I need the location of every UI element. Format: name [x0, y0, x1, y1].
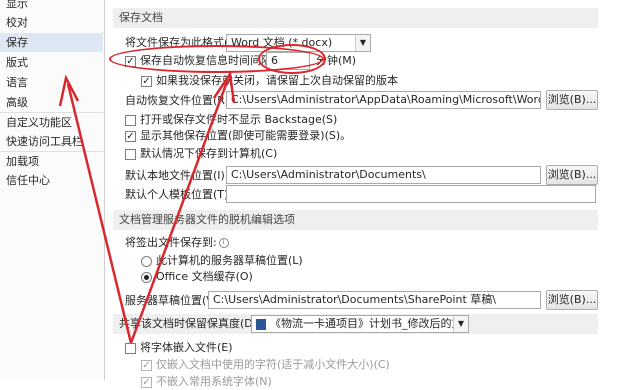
embed-used-chars-label: 仅嵌入文档中使用的字符(适于减小文件大小)(C) — [156, 358, 390, 371]
no-backstage-checkbox[interactable] — [125, 115, 136, 126]
embed-fonts-checkbox[interactable] — [125, 343, 136, 354]
server-drafts-radio[interactable] — [141, 256, 152, 267]
save-to-computer-label: 默认情况下保存到计算机(C) — [140, 147, 278, 160]
keep-last-version-label: 如果我没保存就关闭，请保留上次自动保留的版本 — [156, 74, 398, 87]
sidebar-item-trust-center[interactable]: 信任中心 — [0, 171, 103, 190]
server-drafts-path-input[interactable]: C:\Users\Administrator\Documents\SharePo… — [208, 291, 541, 309]
sidebar-item-quick-access-toolbar[interactable]: 快速访问工具栏 — [0, 132, 103, 151]
sidebar-item-advanced[interactable]: 高级 — [0, 93, 103, 112]
sidebar-item-addins[interactable]: 加载项 — [0, 152, 103, 171]
section-header-save-documents: 保存文档 — [113, 8, 598, 28]
sidebar-item-language[interactable]: 语言 — [0, 73, 103, 92]
keep-last-version-checkbox[interactable]: ✓ — [141, 76, 152, 87]
sidebar-item-proofing[interactable]: 校对 — [0, 13, 103, 32]
browse-local-button[interactable]: 浏览(B)... — [546, 165, 598, 185]
template-path-label: 默认个人模板位置(T): — [125, 188, 233, 201]
embed-used-chars-checkbox[interactable]: ✓ — [141, 360, 152, 371]
sidebar-item-layout[interactable]: 版式 — [0, 53, 103, 72]
browse-drafts-button[interactable]: 浏览(B)... — [546, 290, 598, 310]
section-header-offline-editing: 文档管理服务器文件的脱机编辑选项 — [113, 210, 598, 230]
embed-fonts-label: 将字体嵌入文件(E) — [140, 341, 233, 354]
fidelity-label: 共享该文档时保留保真度(D): — [119, 317, 261, 330]
office-cache-radio[interactable] — [141, 272, 152, 283]
chevron-down-icon: ▼ — [453, 316, 468, 332]
autorecover-path-label: 自动恢复文件位置(R): — [125, 94, 233, 107]
sidebar-item-save[interactable]: 保存 — [0, 33, 103, 52]
template-path-input[interactable] — [226, 185, 596, 203]
save-to-computer-checkbox[interactable] — [125, 149, 136, 160]
local-path-label: 默认本地文件位置(I): — [125, 169, 229, 182]
no-backstage-label: 打开或保存文件时不显示 Backstage(S) — [140, 113, 338, 126]
local-path-input[interactable]: C:\Users\Administrator\Documents\ — [226, 166, 541, 184]
annotation-ring-interval — [258, 44, 326, 74]
checkout-location-text: 将签出文件保存到: — [125, 236, 217, 249]
no-common-fonts-label: 不嵌入常用系统字体(N) — [156, 375, 272, 388]
options-category-sidebar: 显示 校对 保存 版式 语言 高级 自定义功能区 快速访问工具栏 加载项 信任中… — [0, 0, 105, 380]
browse-autorecover-button[interactable]: 浏览(B)... — [546, 90, 598, 110]
sidebar-item-customize-ribbon[interactable]: 自定义功能区 — [0, 113, 103, 132]
show-other-locations-checkbox[interactable]: ✓ — [125, 131, 136, 142]
server-drafts-label: 此计算机的服务器草稿位置(L) — [156, 254, 303, 267]
fidelity-document-dropdown[interactable]: 《物流一卡通项目》计划书_修改后的文件.docx ▼ — [251, 315, 469, 333]
no-common-fonts-checkbox[interactable]: ✓ — [141, 377, 152, 388]
fidelity-document-value: 《物流一卡通项目》计划书_修改后的文件.docx — [270, 317, 468, 330]
word-document-icon — [256, 318, 266, 330]
show-other-locations-label: 显示其他保存位置(即使可能需要登录)(S)。 — [140, 129, 352, 142]
autorecover-path-input[interactable]: C:\Users\Administrator\AppData\Roaming\M… — [226, 91, 541, 109]
sidebar-item-display[interactable]: 显示 — [0, 0, 103, 13]
checkout-location-label: 将签出文件保存到: i — [125, 235, 229, 251]
info-icon: i — [218, 238, 229, 248]
chevron-down-icon: ▼ — [355, 35, 370, 51]
office-cache-label: Office 文档缓存(O) — [156, 270, 253, 283]
